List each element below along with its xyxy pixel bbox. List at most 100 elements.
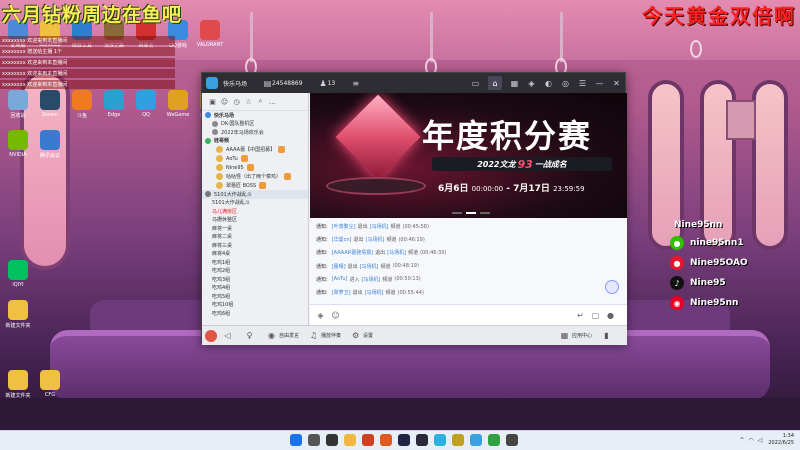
task-view-icon[interactable] — [326, 434, 338, 446]
app-icon-3[interactable] — [416, 434, 428, 446]
app-icon-4[interactable] — [434, 434, 446, 446]
desktop-icon[interactable]: iQIYI — [4, 260, 32, 288]
tray-chevron-icon[interactable]: ^ — [739, 437, 744, 444]
channel-item[interactable]: 吃鸡4组 — [202, 284, 308, 293]
channel-item[interactable]: 麻将二桌 — [202, 233, 308, 242]
chat-assistant-icon[interactable] — [605, 280, 619, 294]
taskbar-clock[interactable]: 1:34 2022/6/25 — [768, 433, 794, 447]
image-icon[interactable]: ▢ — [591, 311, 600, 320]
channel-item[interactable]: 吃鸡10组 — [202, 301, 308, 310]
store-icon[interactable] — [362, 434, 374, 446]
channel-item[interactable]: 快乐马场 — [202, 111, 308, 120]
user-item[interactable]: Nine95 — [202, 163, 308, 172]
app-icon-1[interactable] — [380, 434, 392, 446]
channel-item[interactable]: 麻将三桌 — [202, 241, 308, 250]
app-icon-7[interactable] — [488, 434, 500, 446]
channel-item[interactable]: 马儿满房区 — [202, 207, 308, 216]
user-tab-icon[interactable]: ☺ — [220, 97, 229, 106]
chat-channel-link[interactable]: [马场机] — [387, 249, 406, 256]
desktop-icon[interactable]: 腾讯会议 — [36, 130, 64, 159]
channel-item[interactable]: 5101大作战乱斗 — [202, 190, 308, 199]
desktop-icon[interactable]: 新建文件夹 — [4, 300, 32, 329]
desktop-icon[interactable]: VALORANT — [196, 20, 224, 48]
desktop-icon[interactable]: WeGame — [164, 90, 192, 118]
channel-item[interactable]: 娃哥频 — [202, 137, 308, 146]
accompaniment-button[interactable]: ♫ 播放伴奏 — [309, 331, 341, 340]
favorites-tab-icon[interactable]: ☆ — [244, 97, 253, 106]
explorer-icon[interactable] — [344, 434, 356, 446]
desktop-icon[interactable]: NVIDIA — [4, 130, 32, 158]
user-item[interactable]: 翠蕾匠 BOSS — [202, 181, 308, 190]
desktop-icon[interactable]: Steam — [36, 90, 64, 118]
desktop-icon[interactable]: 回收站 — [4, 90, 32, 119]
room-menu-icon[interactable]: ≡ — [351, 79, 360, 88]
volume-icon[interactable]: ◁ — [758, 437, 763, 444]
message-icon[interactable]: ◎ — [561, 79, 570, 88]
user-item[interactable]: AoTu — [202, 154, 308, 163]
video-icon[interactable]: ▭ — [471, 79, 480, 88]
channel-item[interactable]: 2022年马场欢乐会 — [202, 128, 308, 137]
skin-icon[interactable]: ◐ — [544, 79, 553, 88]
channel-item[interactable]: 麻将4桌 — [202, 250, 308, 259]
app-center-button[interactable]: ▦ 应用中心 — [560, 331, 592, 340]
send-icon[interactable]: ↵ — [576, 311, 585, 320]
close-icon[interactable]: ✕ — [612, 79, 621, 88]
app-icon-6[interactable] — [470, 434, 482, 446]
search-icon[interactable] — [308, 434, 320, 446]
mic-button[interactable]: ♀ — [245, 331, 257, 340]
chat-channel-link[interactable]: [马场机] — [365, 289, 384, 296]
chat-user-name[interactable]: [翠萝卫] — [332, 289, 351, 296]
chat-user-name[interactable]: [华曼cn] — [332, 236, 352, 243]
user-item[interactable]: AAAA蕾【中国招募】 — [202, 145, 308, 154]
more-icon[interactable]: … — [268, 97, 277, 106]
channel-item[interactable]: 5101大作战乱斗 — [202, 199, 308, 208]
minimize-icon[interactable]: — — [595, 79, 604, 88]
gamepad-icon[interactable]: ◈ — [527, 79, 536, 88]
mic-icon[interactable]: ● — [606, 311, 615, 320]
channel-item[interactable]: 吃鸡1组 — [202, 258, 308, 267]
avatar[interactable] — [205, 329, 217, 342]
free-speech-button[interactable]: ◉ 自由发言 — [267, 331, 299, 340]
desktop-icon[interactable]: CFG — [36, 370, 64, 398]
channel-item[interactable]: 吃鸡5组 — [202, 292, 308, 301]
channel-item[interactable]: 马栅休整区 — [202, 216, 308, 225]
grid-icon[interactable]: ▦ — [510, 79, 519, 88]
chat-user-name[interactable]: [AAAAR蕾驰情报] — [332, 249, 373, 256]
speaker-button[interactable]: ◁ — [223, 331, 235, 340]
history-tab-icon[interactable]: ◷ — [232, 97, 241, 106]
channel-item[interactable]: 麻将一桌 — [202, 224, 308, 233]
emoji-icon[interactable]: ☺ — [331, 311, 340, 320]
desktop-icon[interactable]: 新建文件夹 — [4, 370, 32, 399]
chat-user-name[interactable]: [蕾晴] — [332, 263, 346, 270]
chat-user-name[interactable]: [叶落繁尘] — [332, 223, 356, 230]
channel-item[interactable]: DK-国队整机区 — [202, 120, 308, 129]
channel-item[interactable]: 吃鸡3组 — [202, 275, 308, 284]
user-item[interactable]: 咕咕怪（出了两个菜鸡） — [202, 172, 308, 181]
chat-channel-link[interactable]: [马场机] — [370, 223, 389, 230]
chat-channel-link[interactable]: [马场机] — [361, 276, 380, 283]
event-banner[interactable]: 年度积分赛 2022文龙 93 一战成名 6月6日 00:00:00 - 7月1… — [310, 93, 627, 218]
menu-icon[interactable]: ☰ — [578, 79, 587, 88]
search-icon[interactable]: ⌕ — [256, 97, 265, 106]
chat-user-name[interactable]: [AoTu] — [332, 276, 348, 282]
channel-item[interactable]: 吃鸡2组 — [202, 267, 308, 276]
home-icon[interactable]: ⌂ — [488, 76, 502, 90]
banner-dot[interactable] — [480, 212, 490, 214]
app-icon-2[interactable] — [398, 434, 410, 446]
chat-channel-link[interactable]: [马场机] — [366, 236, 385, 243]
settings-button[interactable]: ⚙ 设置 — [351, 331, 373, 340]
banner-dot[interactable] — [452, 212, 462, 214]
chat-input[interactable] — [346, 309, 576, 321]
windows-start-icon[interactable] — [290, 434, 302, 446]
channel-tab-icon[interactable]: ▣ — [208, 97, 217, 106]
app-titlebar[interactable]: 快乐马场 ▤ 24548869 ♟ 13 ≡ ▭ ⌂ ▦ ◈ ◐ ◎ ☰ — ✕ — [202, 73, 625, 93]
desktop-icon[interactable]: QQ — [132, 90, 160, 118]
banner-carousel-dots[interactable] — [450, 212, 492, 214]
app-icon-5[interactable] — [452, 434, 464, 446]
channel-item[interactable]: 吃鸡6组 — [202, 309, 308, 318]
app-icon-8[interactable] — [506, 434, 518, 446]
desktop-icon[interactable]: Edge — [100, 90, 128, 118]
gamepad-icon[interactable]: ◈ — [316, 311, 325, 320]
wifi-icon[interactable]: ◠ — [748, 437, 753, 444]
voice-chat-app-window[interactable]: 快乐马场 ▤ 24548869 ♟ 13 ≡ ▭ ⌂ ▦ ◈ ◐ ◎ ☰ — ✕… — [201, 72, 627, 345]
